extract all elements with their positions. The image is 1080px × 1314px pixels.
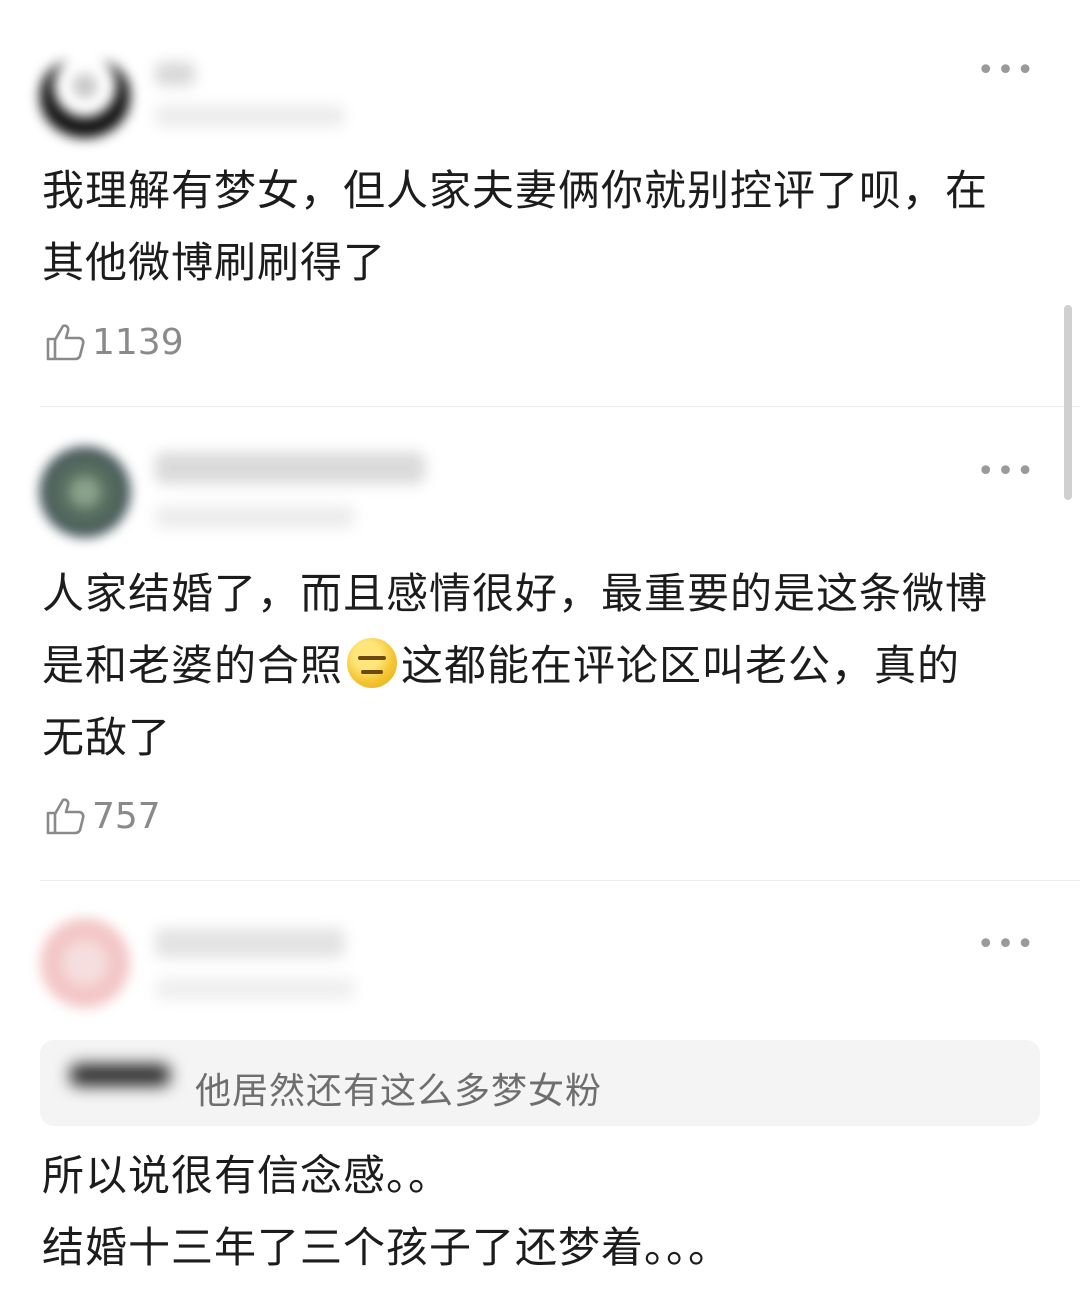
divider — [40, 880, 1080, 881]
comment-text: 我理解有梦女，但人家夫妻俩你就别控评了呗，在 其他微博刷刷得了 — [42, 166, 989, 287]
timestamp-blurred — [155, 506, 355, 528]
like-button[interactable]: 757 — [44, 794, 161, 838]
quoted-reply-text: 他居然还有这么多梦女粉 — [195, 1071, 603, 1112]
username-blurred[interactable] — [155, 62, 195, 86]
scrollbar[interactable] — [1064, 305, 1072, 500]
like-count: 1139 — [92, 321, 184, 363]
thumbs-up-icon — [46, 798, 85, 835]
more-options-icon[interactable]: ••• — [977, 56, 1036, 86]
like-button[interactable]: 1139 — [44, 320, 184, 364]
timestamp-blurred — [155, 978, 355, 1000]
username-blurred[interactable] — [155, 452, 425, 484]
more-options-icon[interactable]: ••• — [977, 457, 1036, 487]
avatar[interactable] — [40, 58, 130, 138]
comment-text: 人家结婚了，而且感情很好，最重要的是这条微博 是和老婆的合照 这都能在评论区叫老公… — [42, 558, 1042, 774]
comment-text: 所以说很有信念感。。 结婚十三年了三个孩子了还梦着。。。 — [42, 1151, 732, 1272]
more-options-icon[interactable]: ••• — [977, 930, 1036, 960]
timestamp-blurred — [155, 105, 345, 127]
divider — [40, 406, 1080, 407]
avatar[interactable] — [40, 447, 130, 537]
quoted-username-blurred — [70, 1064, 170, 1086]
expressionless-face-emoji — [347, 638, 398, 688]
thumbs-up-icon — [46, 324, 85, 361]
avatar[interactable] — [40, 918, 130, 1008]
username-blurred[interactable] — [155, 928, 345, 958]
like-count: 757 — [92, 795, 161, 837]
